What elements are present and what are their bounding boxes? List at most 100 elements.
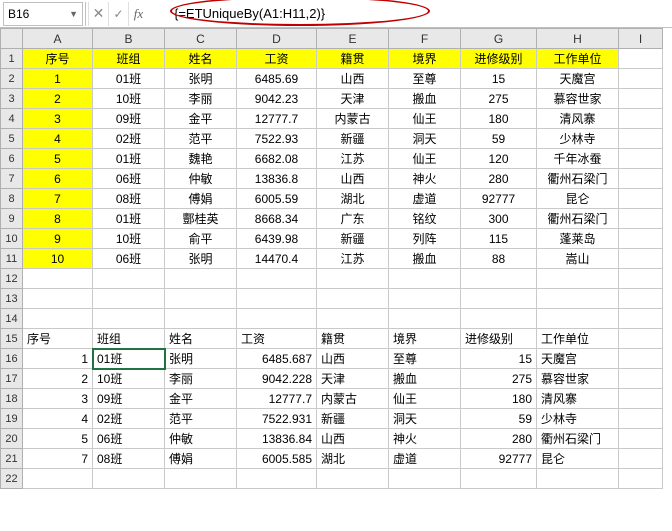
cell[interactable]: 10班	[93, 369, 165, 389]
row-header[interactable]: 16	[1, 349, 23, 369]
cell[interactable]: 08班	[93, 449, 165, 469]
col-header-C[interactable]: C	[165, 29, 237, 49]
col-header-H[interactable]: H	[537, 29, 619, 49]
cell-empty[interactable]	[23, 469, 93, 489]
cell[interactable]: 92777	[461, 449, 537, 469]
cell[interactable]: 班组	[93, 329, 165, 349]
cell[interactable]: 清风寨	[537, 389, 619, 409]
cell[interactable]: 傅娟	[165, 189, 237, 209]
cell[interactable]: 280	[461, 169, 537, 189]
cell[interactable]: 7522.93	[237, 129, 317, 149]
cell[interactable]: 酆桂英	[165, 209, 237, 229]
cell[interactable]: 昆仑	[537, 449, 619, 469]
cell[interactable]: 6005.585	[237, 449, 317, 469]
cell-empty[interactable]	[619, 169, 663, 189]
cell[interactable]: 5	[23, 149, 93, 169]
cell[interactable]: 慕容世家	[537, 369, 619, 389]
cell-empty[interactable]	[237, 309, 317, 329]
cell[interactable]: 李丽	[165, 369, 237, 389]
cell[interactable]: 2	[23, 369, 93, 389]
cell[interactable]: 天魔宫	[537, 69, 619, 89]
cell[interactable]: 9042.228	[237, 369, 317, 389]
row-header[interactable]: 17	[1, 369, 23, 389]
row-header[interactable]: 3	[1, 89, 23, 109]
cell[interactable]: 59	[461, 129, 537, 149]
cell[interactable]: 92777	[461, 189, 537, 209]
formula-input[interactable]: {=ETUniqueBy(A1:H11,2)}	[174, 6, 325, 21]
cell-empty[interactable]	[93, 309, 165, 329]
cell-empty[interactable]	[619, 369, 663, 389]
cell-empty[interactable]	[537, 309, 619, 329]
col-header-E[interactable]: E	[317, 29, 389, 49]
cell-empty[interactable]	[23, 309, 93, 329]
cell[interactable]: 范平	[165, 129, 237, 149]
cell[interactable]: 06班	[93, 249, 165, 269]
cell[interactable]: 10班	[93, 89, 165, 109]
cell-empty[interactable]	[537, 289, 619, 309]
cell-empty[interactable]	[317, 289, 389, 309]
cell[interactable]: 铭纹	[389, 209, 461, 229]
cell[interactable]: 衢州石梁门	[537, 209, 619, 229]
cell[interactable]: 08班	[93, 189, 165, 209]
cell-empty[interactable]	[619, 389, 663, 409]
cell[interactable]: 清风寨	[537, 109, 619, 129]
cell[interactable]: 15	[461, 349, 537, 369]
cell[interactable]: 魏艳	[165, 149, 237, 169]
row-header[interactable]: 1	[1, 49, 23, 69]
cell[interactable]: 工资	[237, 329, 317, 349]
cell[interactable]: 5	[23, 429, 93, 449]
cell-empty[interactable]	[619, 429, 663, 449]
cell[interactable]: 湖北	[317, 189, 389, 209]
cell[interactable]: 7	[23, 449, 93, 469]
cell[interactable]: 01班	[93, 69, 165, 89]
cell[interactable]: 嵩山	[537, 249, 619, 269]
cell-empty[interactable]	[461, 309, 537, 329]
row-header[interactable]: 15	[1, 329, 23, 349]
cell[interactable]: 洞天	[389, 129, 461, 149]
cell[interactable]: 序号	[23, 329, 93, 349]
cell-empty[interactable]	[619, 329, 663, 349]
cell[interactable]: 至尊	[389, 69, 461, 89]
row-header[interactable]: 6	[1, 149, 23, 169]
cell[interactable]: 14470.4	[237, 249, 317, 269]
cell-empty[interactable]	[619, 469, 663, 489]
row-header[interactable]: 4	[1, 109, 23, 129]
cell-empty[interactable]	[93, 469, 165, 489]
cell[interactable]: 3	[23, 109, 93, 129]
accept-icon[interactable]: ✓	[108, 2, 128, 26]
cell[interactable]: 山西	[317, 429, 389, 449]
cell[interactable]: 02班	[93, 409, 165, 429]
row-header[interactable]: 14	[1, 309, 23, 329]
cell[interactable]: 9042.23	[237, 89, 317, 109]
cell[interactable]: 搬血	[389, 369, 461, 389]
cell[interactable]: 115	[461, 229, 537, 249]
cell[interactable]: 神火	[389, 429, 461, 449]
cell[interactable]: 275	[461, 369, 537, 389]
cell-empty[interactable]	[317, 269, 389, 289]
row-header[interactable]: 12	[1, 269, 23, 289]
cell[interactable]: 02班	[93, 129, 165, 149]
cell[interactable]: 09班	[93, 389, 165, 409]
row-header[interactable]: 2	[1, 69, 23, 89]
cell-empty[interactable]	[165, 269, 237, 289]
row-header[interactable]: 11	[1, 249, 23, 269]
cell-empty[interactable]	[93, 289, 165, 309]
cell[interactable]: 虚道	[389, 189, 461, 209]
cell[interactable]: 慕容世家	[537, 89, 619, 109]
col-header-F[interactable]: F	[389, 29, 461, 49]
cell[interactable]: 张明	[165, 69, 237, 89]
table-header[interactable]: 工资	[237, 49, 317, 69]
cell[interactable]: 2	[23, 89, 93, 109]
table-header[interactable]: 进修级别	[461, 49, 537, 69]
table-header[interactable]: 序号	[23, 49, 93, 69]
cell[interactable]: 虚道	[389, 449, 461, 469]
cell[interactable]: 搬血	[389, 89, 461, 109]
table-header[interactable]: 籍贯	[317, 49, 389, 69]
row-header[interactable]: 22	[1, 469, 23, 489]
cell[interactable]: 天魔宫	[537, 349, 619, 369]
cell-empty[interactable]	[389, 309, 461, 329]
cell-empty[interactable]	[165, 309, 237, 329]
cell-empty[interactable]	[619, 409, 663, 429]
cell-empty[interactable]	[619, 449, 663, 469]
cell[interactable]: 广东	[317, 209, 389, 229]
